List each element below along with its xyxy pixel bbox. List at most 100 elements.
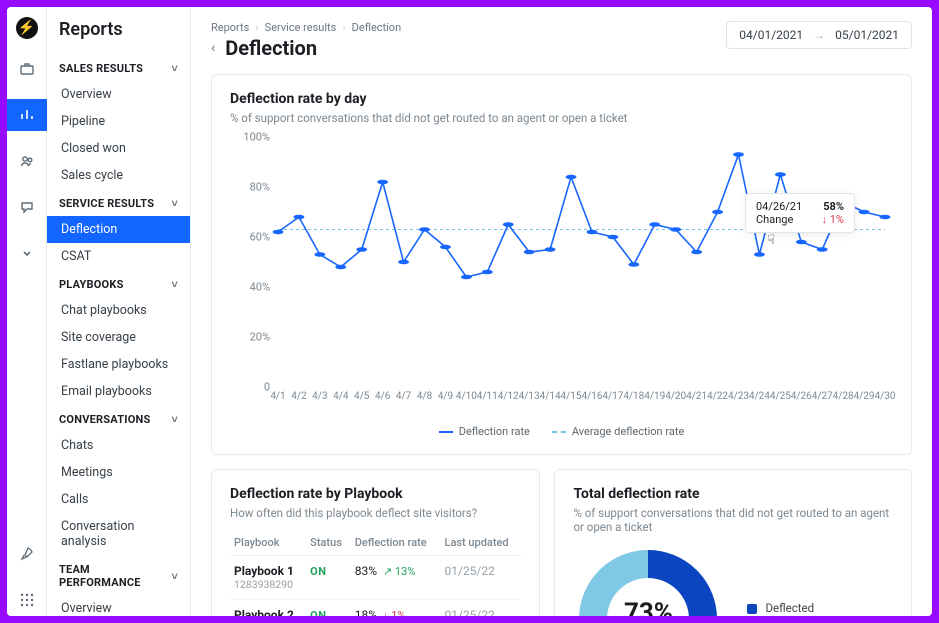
x-axis-tick: 4/12 (498, 391, 519, 402)
nav-rail: ⚡ (7, 7, 47, 616)
x-axis-tick: 4/19 (644, 391, 665, 402)
chevron-down-icon: ˅ (171, 278, 178, 291)
breadcrumb-item[interactable]: Reports (211, 21, 249, 34)
table-header: Deflection rate (351, 530, 441, 556)
status-badge: ON (310, 609, 326, 616)
status-badge: ON (310, 565, 326, 578)
donut-legend: Deflected Not deflected (747, 601, 834, 616)
x-axis-tick: 4/29 (854, 391, 875, 402)
total-card-title: Total deflection rate (573, 486, 893, 502)
playbook-card-title: Deflection rate by Playbook (230, 486, 521, 502)
sidebar-item[interactable]: Chat playbooks (47, 297, 190, 324)
sidebar-item[interactable]: Sales cycle (47, 162, 190, 189)
sidebar-item[interactable]: CSAT (47, 243, 190, 270)
table-row[interactable]: Playbook 11283938290ON83% ↗ 13%01/25/22 (230, 556, 521, 600)
table-row[interactable]: Playbook 21283938292ON18% ↓ 1%01/25/22 (230, 600, 521, 617)
donut-percent: 73% (624, 598, 673, 617)
sidebar-section-header[interactable]: TEAM PERFORMANCE˅ (47, 555, 190, 595)
x-axis-tick: 4/25 (770, 391, 791, 402)
chart-subtitle: % of support conversations that did not … (230, 111, 893, 125)
sidebar-item[interactable]: Conversation analysis (47, 513, 190, 555)
x-axis-tick: 4/15 (561, 391, 582, 402)
chevron-down-icon: ˅ (171, 570, 178, 583)
x-axis-tick: 4/6 (375, 391, 390, 402)
y-axis-tick: 80% (250, 181, 270, 194)
rail-contacts-icon[interactable] (7, 145, 47, 177)
sidebar-item[interactable]: Overview (47, 81, 190, 108)
x-axis-tick: 4/21 (686, 391, 707, 402)
x-axis-tick: 4/4 (333, 391, 348, 402)
playbook-card: Deflection rate by Playbook How often di… (211, 469, 540, 616)
table-header: Playbook (230, 530, 306, 556)
x-axis-tick: 4/22 (707, 391, 728, 402)
rail-rocket-icon[interactable] (7, 538, 47, 570)
sidebar-item[interactable]: Calls (47, 486, 190, 513)
date-end: 05/01/2021 (835, 28, 899, 42)
back-chevron-icon[interactable]: ‹ (211, 40, 215, 56)
sidebar-item[interactable]: Email playbooks (47, 378, 190, 405)
x-axis-tick: 4/7 (396, 391, 411, 402)
chevron-down-icon: ˅ (171, 62, 178, 75)
rail-chat-icon[interactable] (7, 191, 47, 223)
rail-reports-icon[interactable] (7, 99, 47, 131)
rail-apps-icon[interactable] (7, 584, 47, 616)
x-axis-tick: 4/14 (540, 391, 561, 402)
sidebar-section-header[interactable]: SERVICE RESULTS˅ (47, 189, 190, 216)
x-axis-tick: 4/20 (665, 391, 686, 402)
x-axis-tick: 4/27 (812, 391, 833, 402)
sidebar-section-header[interactable]: SALES RESULTS˅ (47, 54, 190, 81)
sidebar-item[interactable]: Overview (47, 595, 190, 616)
playbook-table: PlaybookStatusDeflection rateLast update… (230, 530, 521, 616)
x-axis-tick: 4/18 (623, 391, 644, 402)
y-axis-tick: 0 (264, 381, 270, 394)
x-axis-tick: 4/23 (728, 391, 749, 402)
x-axis-tick: 4/13 (519, 391, 540, 402)
x-axis-tick: 4/8 (417, 391, 432, 402)
playbook-card-subtitle: How often did this playbook deflect site… (230, 506, 521, 520)
arrow-right-icon: → (813, 28, 825, 42)
x-axis-tick: 4/26 (791, 391, 812, 402)
total-card-subtitle: % of support conversations that did not … (573, 506, 893, 534)
x-axis-tick: 4/3 (312, 391, 327, 402)
x-axis-tick: 4/16 (581, 391, 602, 402)
rail-collapse-chevron-icon[interactable] (7, 237, 47, 269)
breadcrumb-item[interactable]: Service results (265, 21, 337, 34)
sidebar: Reports SALES RESULTS˅OverviewPipelineCl… (47, 7, 191, 616)
sidebar-item[interactable]: Deflection (47, 216, 190, 243)
x-axis-tick: 4/30 (875, 391, 896, 402)
chevron-down-icon: ˅ (171, 197, 178, 210)
chart-title: Deflection rate by day (230, 91, 893, 107)
donut-chart: 73% Deflected (573, 544, 723, 616)
chevron-down-icon: ˅ (171, 413, 178, 426)
sidebar-item[interactable]: Meetings (47, 459, 190, 486)
brand-logo[interactable]: ⚡ (16, 17, 38, 39)
table-header: Last updated (441, 530, 522, 556)
chart-card: Deflection rate by day % of support conv… (211, 74, 912, 455)
y-axis-tick: 60% (250, 231, 270, 244)
sidebar-title: Reports (47, 7, 190, 54)
sidebar-item[interactable]: Closed won (47, 135, 190, 162)
sidebar-item[interactable]: Site coverage (47, 324, 190, 351)
date-start: 04/01/2021 (739, 28, 803, 42)
line-chart[interactable]: 020%40%60%80%100% 4/14/24/34/44/54/64/74… (230, 137, 893, 417)
breadcrumb-item[interactable]: Deflection (352, 21, 402, 34)
x-axis-tick: 4/1 (270, 391, 285, 402)
rail-briefcase-icon[interactable] (7, 53, 47, 85)
sidebar-section-header[interactable]: CONVERSATIONS˅ (47, 405, 190, 432)
sidebar-item[interactable]: Chats (47, 432, 190, 459)
sidebar-item[interactable]: Pipeline (47, 108, 190, 135)
x-axis-tick: 4/5 (354, 391, 369, 402)
sidebar-item[interactable]: Fastlane playbooks (47, 351, 190, 378)
main-content: Reports Service results Deflection ‹ Defle… (191, 7, 932, 616)
table-header: Status (306, 530, 351, 556)
x-axis-tick: 4/24 (749, 391, 770, 402)
x-axis-tick: 4/10 (456, 391, 477, 402)
x-axis-tick: 4/2 (291, 391, 306, 402)
sidebar-section-header[interactable]: PLAYBOOKS˅ (47, 270, 190, 297)
x-axis-tick: 4/28 (833, 391, 854, 402)
date-range-picker[interactable]: 04/01/2021 → 05/01/2021 (726, 21, 912, 49)
y-axis-tick: 40% (250, 281, 270, 294)
chart-legend: Deflection rate Average deflection rate (230, 425, 893, 438)
page-title: Deflection (225, 36, 317, 60)
y-axis-tick: 20% (250, 331, 270, 344)
